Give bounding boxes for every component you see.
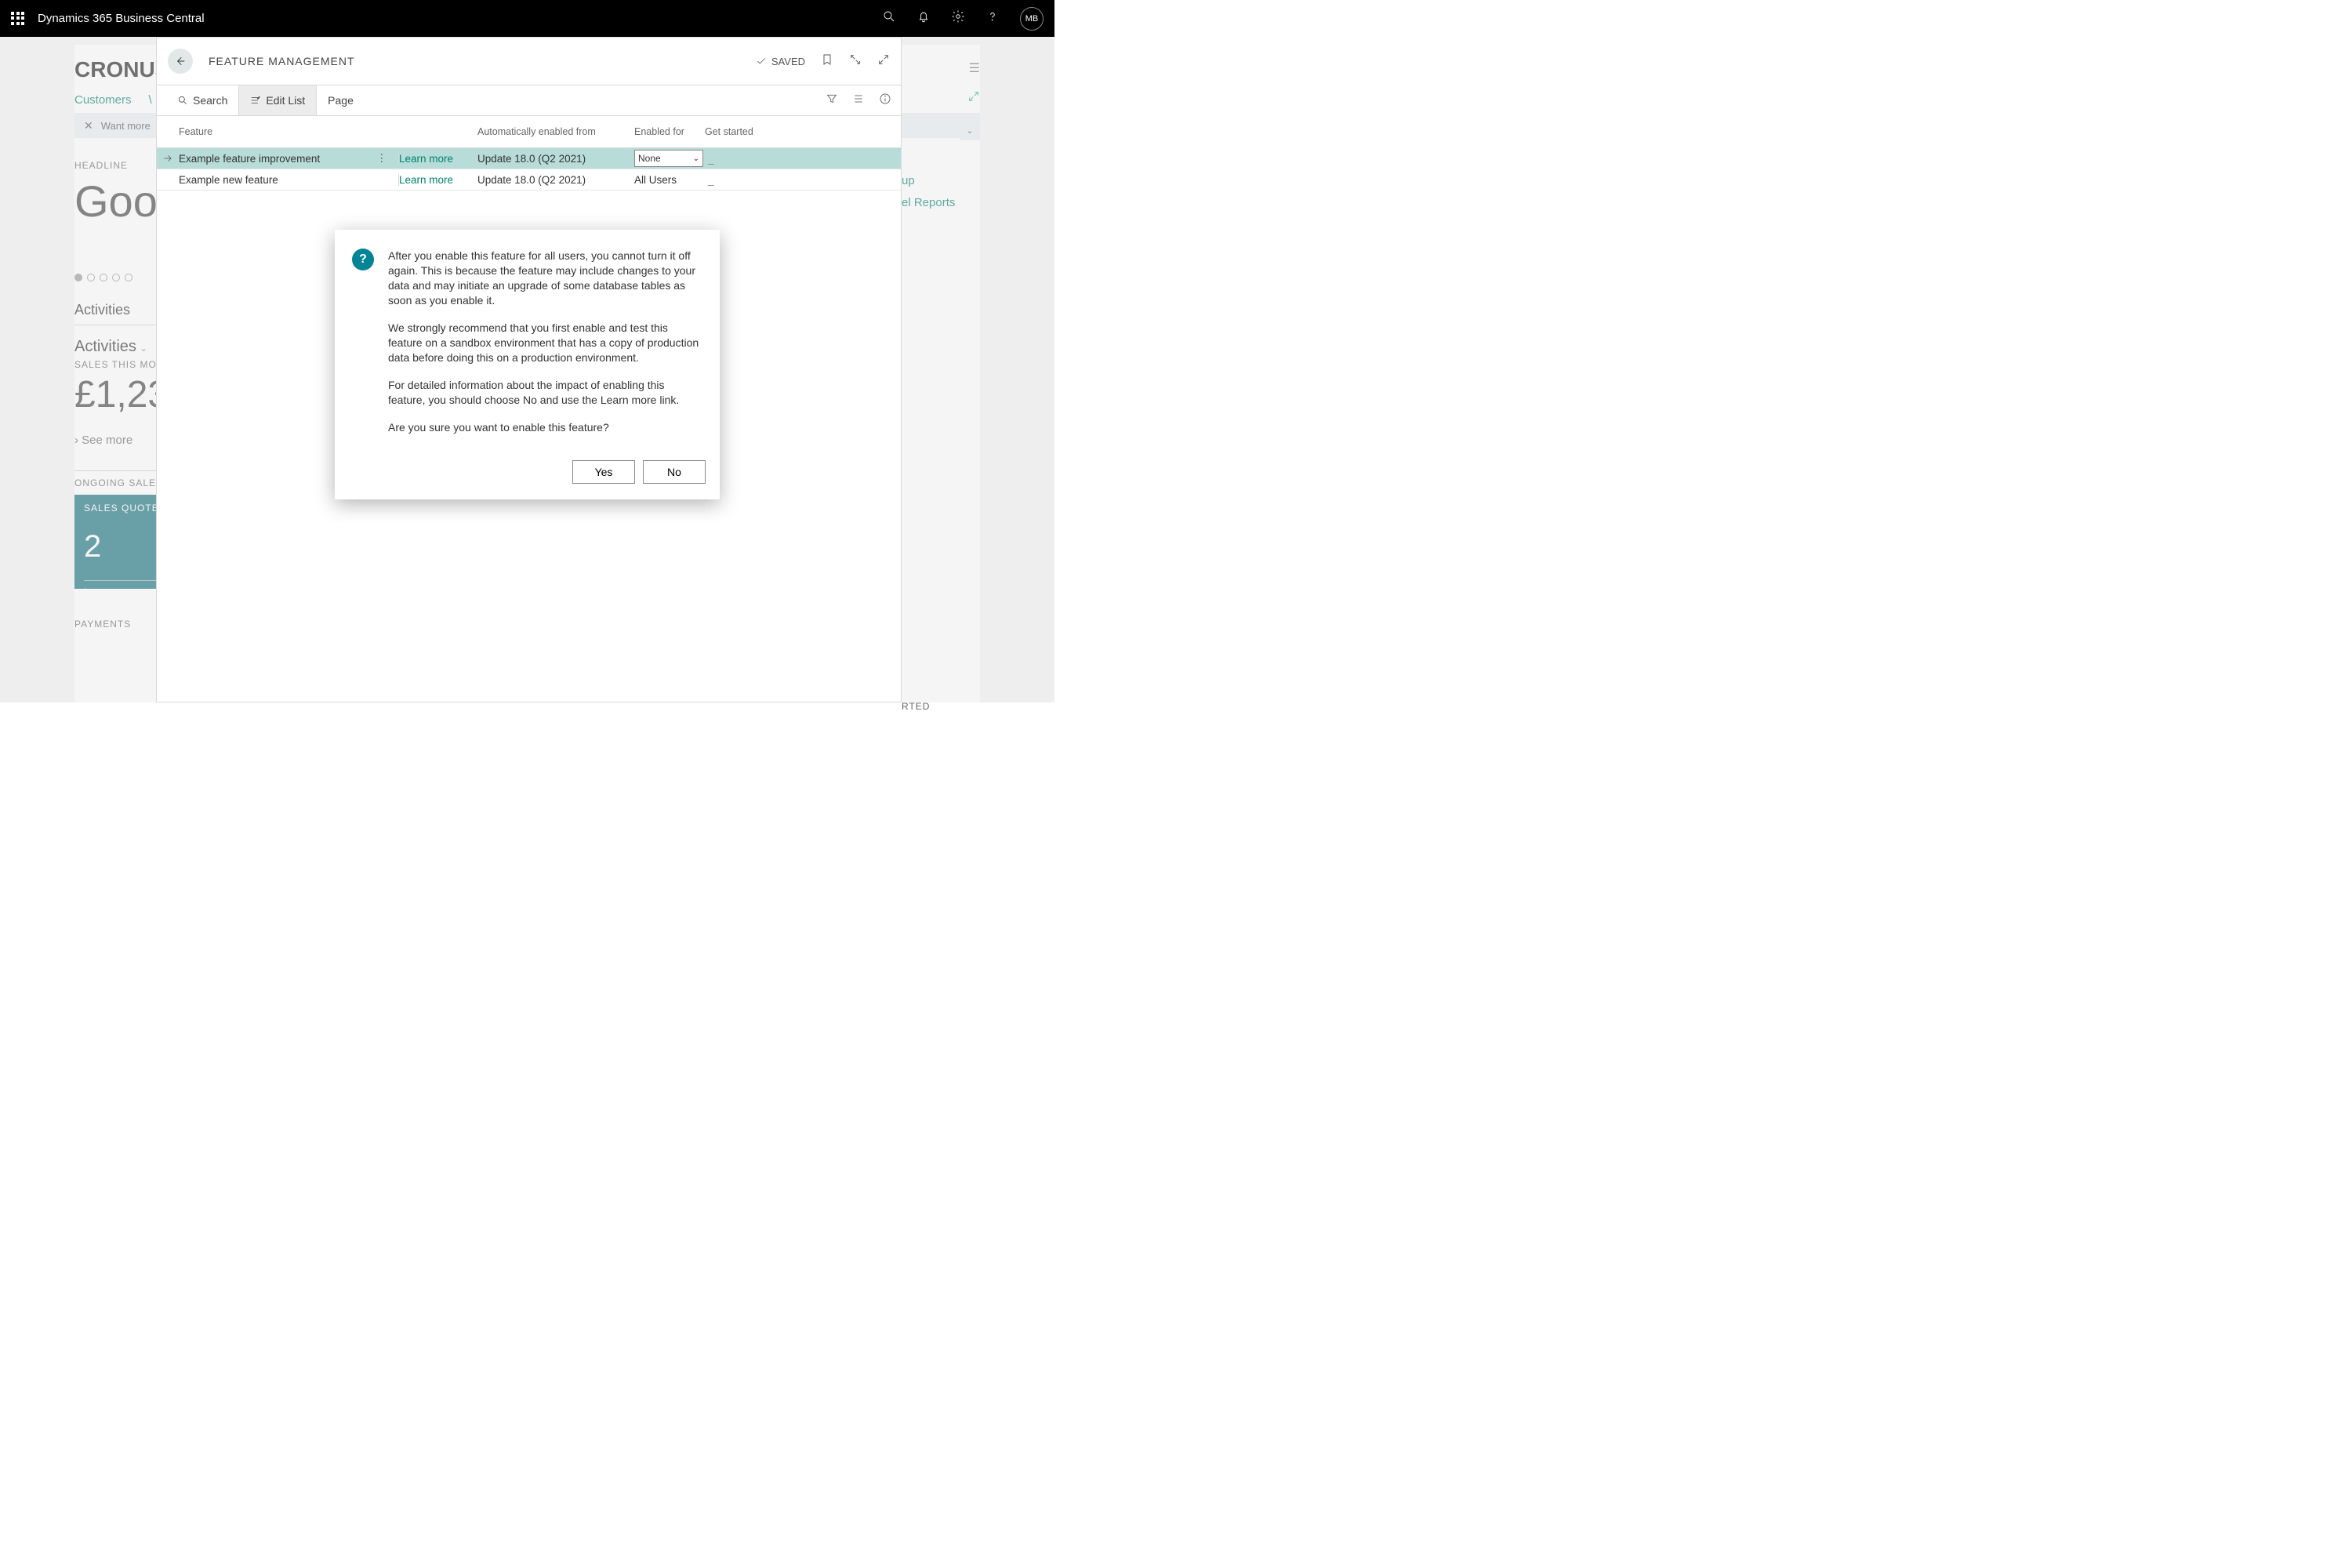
fullscreen-icon[interactable] — [877, 53, 890, 70]
grid-body: Example feature improvement⋮Learn moreUp… — [157, 148, 901, 191]
list-view-icon[interactable] — [852, 93, 865, 109]
info-icon[interactable] — [879, 93, 891, 109]
cell-auto: Update 18.0 (Q2 2021) — [477, 174, 634, 186]
no-button[interactable]: No — [643, 460, 706, 484]
cell-feature: Example new feature — [179, 174, 376, 186]
table-row[interactable]: Example feature improvement⋮Learn moreUp… — [157, 148, 901, 169]
topbar: Dynamics 365 Business Central MB — [0, 0, 1054, 37]
popout-icon[interactable] — [849, 53, 862, 70]
col-feature[interactable]: Feature — [179, 126, 398, 137]
question-icon: ? — [352, 249, 374, 270]
enabled-for-select[interactable]: None⌄ — [634, 150, 703, 167]
yes-button[interactable]: Yes — [572, 460, 635, 484]
bookmark-icon[interactable] — [821, 53, 833, 70]
help-icon[interactable] — [985, 9, 1000, 27]
col-enabled[interactable]: Enabled for — [634, 126, 705, 137]
back-button[interactable] — [168, 49, 193, 74]
confirm-dialog: ? After you enable this feature for all … — [335, 230, 720, 499]
cell-get-started[interactable]: _ — [705, 174, 779, 186]
cell-feature: Example feature improvement — [179, 153, 376, 165]
col-start[interactable]: Get started — [705, 126, 775, 137]
notifications-icon[interactable] — [916, 9, 931, 27]
table-row[interactable]: Example new feature Learn moreUpdate 18.0… — [157, 169, 901, 191]
panel-title: FEATURE MANAGEMENT — [209, 55, 355, 67]
settings-icon[interactable] — [951, 9, 965, 27]
cell-get-started[interactable]: _ — [705, 153, 779, 165]
app-launcher-icon[interactable] — [11, 12, 25, 26]
cell-enabled[interactable]: All Users — [634, 174, 705, 186]
user-avatar[interactable]: MB — [1020, 7, 1044, 31]
search-icon[interactable] — [882, 9, 896, 27]
toolbar-search[interactable]: Search — [166, 85, 238, 115]
toolbar-edit-list[interactable]: Edit List — [238, 85, 317, 115]
cell-enabled[interactable]: None⌄ — [634, 150, 705, 167]
dialog-text: After you enable this feature for all us… — [388, 249, 699, 448]
grid-header: Feature Automatically enabled from Enabl… — [157, 116, 901, 148]
col-auto[interactable]: Automatically enabled from — [477, 126, 634, 137]
learn-more-link[interactable]: Learn more — [398, 153, 477, 165]
row-actions-icon[interactable]: ⋮ — [376, 152, 398, 165]
saved-indicator: SAVED — [756, 56, 805, 67]
product-name: Dynamics 365 Business Central — [38, 12, 205, 25]
toolbar-page[interactable]: Page — [317, 85, 365, 115]
learn-more-link[interactable]: Learn more — [398, 174, 477, 186]
filter-icon[interactable] — [826, 93, 838, 109]
cell-auto: Update 18.0 (Q2 2021) — [477, 153, 634, 165]
